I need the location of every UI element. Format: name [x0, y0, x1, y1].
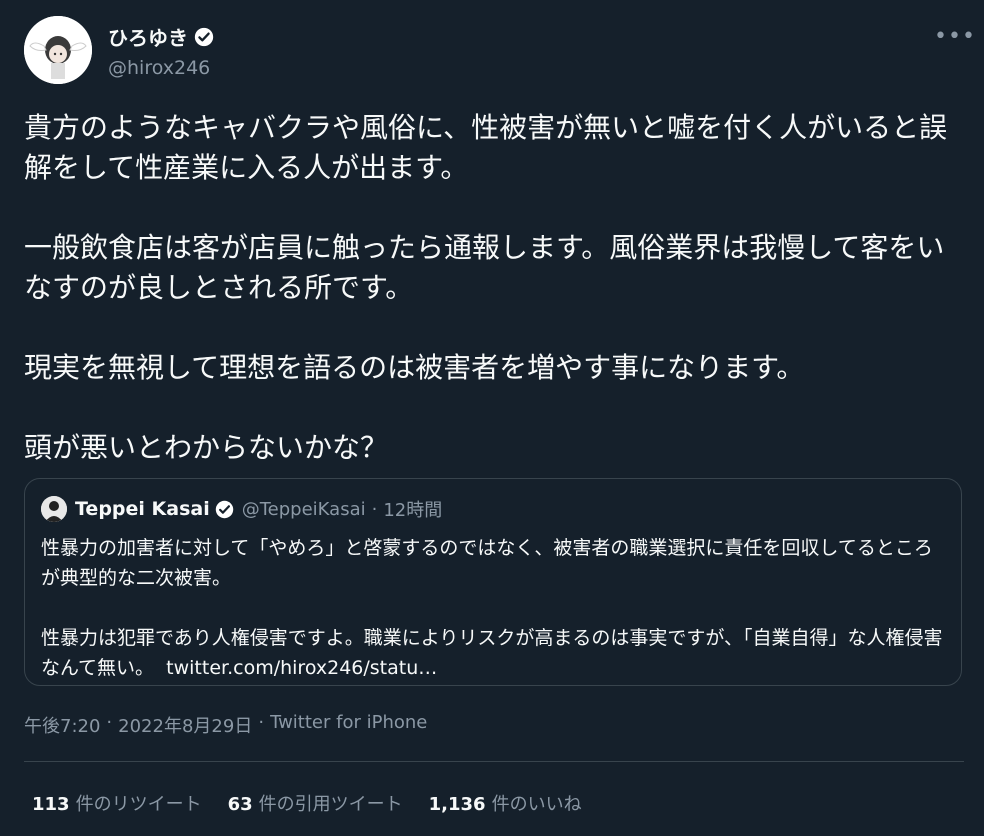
separator-dot: · [371, 498, 378, 520]
retweets-label: 件のリツイート [75, 794, 202, 815]
likes-stat[interactable]: 1,136 件のいいね [429, 790, 582, 816]
likes-label: 件のいいね [491, 794, 582, 815]
tweet-paragraph: 貴方のようなキャバクラや風俗に、性被害が無いと嘘を付く人がいると誤解をして性産業… [24, 111, 948, 184]
tweet-source[interactable]: Twitter for iPhone [270, 712, 427, 738]
quoted-tweet-time[interactable]: 12時間 [383, 496, 442, 522]
separator-dot: · [106, 712, 113, 733]
verified-badge-icon [215, 500, 234, 519]
quoted-author-name: Teppei Kasai [75, 498, 210, 520]
retweets-stat[interactable]: 113 件のリツイート [32, 790, 202, 816]
quotes-label: 件の引用ツイート [258, 794, 403, 815]
retweets-count: 113 [32, 794, 70, 815]
quoted-author-handle: @TeppeiKasai [241, 498, 366, 520]
tweet-text: 貴方のようなキャバクラや風俗に、性被害が無いと嘘を付く人がいると誤解をして性産業… [24, 108, 964, 468]
tweet-date[interactable]: 2022年8月29日 [118, 712, 252, 738]
author-display-name[interactable]: ひろゆき [108, 22, 188, 51]
quoted-tweet-header: Teppei Kasai @TeppeiKasai · 12時間 [41, 495, 442, 523]
quotes-stat[interactable]: 63 件の引用ツイート [228, 790, 403, 816]
author-name[interactable]: ひろゆき [108, 22, 214, 51]
quoted-paragraph-2: 性暴力は犯罪であり人権侵害ですよ。職業によりリスクが高まるのは事実ですが、「自業… [41, 623, 951, 683]
tweet-stats: 113 件のリツイート 63 件の引用ツイート 1,136 件のいいね [32, 790, 608, 816]
tweet-header: ひろゆき @hirox246 ••• [24, 16, 975, 86]
separator-dot: · [258, 712, 265, 733]
tweet-paragraph: 一般飲食店は客が店員に触ったら通報します。風俗業界は我慢して客をいなすのが良しと… [24, 231, 945, 304]
tweet-paragraph: 現実を無視して理想を語るのは被害者を増やす事になります。 [24, 351, 805, 384]
quoted-author-avatar [41, 496, 67, 522]
quoted-tweet-text: 性暴力の加害者に対して「やめろ」と啓蒙するのではなく、被害者の職業選択に責任を回… [41, 533, 951, 683]
tweet-time[interactable]: 午後7:20 [24, 712, 100, 738]
divider [24, 761, 964, 762]
author-avatar[interactable] [24, 16, 92, 84]
author-handle[interactable]: @hirox246 [108, 57, 214, 79]
tweet-paragraph: 頭が悪いとわからないかな？ [24, 431, 389, 464]
quoted-paragraph: 性暴力の加害者に対して「やめろ」と啓蒙するのではなく、被害者の職業選択に責任を回… [41, 537, 933, 589]
quotes-count: 63 [227, 794, 253, 815]
verified-badge-icon [194, 27, 214, 47]
more-horizontal-icon[interactable]: ••• [934, 24, 975, 49]
likes-count: 1,136 [428, 794, 486, 815]
quoted-tweet-card[interactable]: Teppei Kasai @TeppeiKasai · 12時間 性暴力の加害者… [24, 478, 962, 686]
tweet-meta: 午後7:20 · 2022年8月29日 · Twitter for iPhone [24, 712, 427, 738]
quoted-link[interactable]: twitter.com/hirox246/statu… [166, 657, 437, 679]
